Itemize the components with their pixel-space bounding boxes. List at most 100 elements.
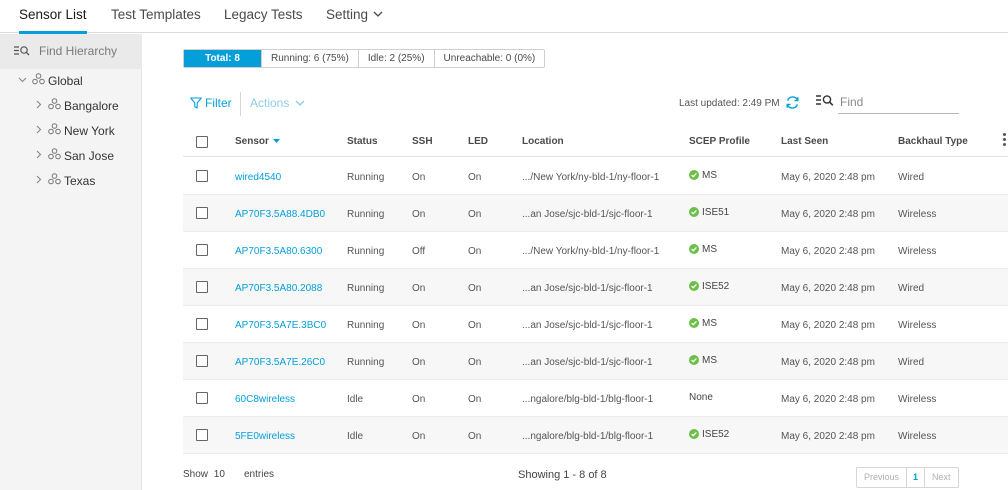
status-cell: Running [347, 283, 385, 294]
sensor-link[interactable]: wired4540 [235, 172, 281, 183]
row-checkbox[interactable] [196, 170, 208, 182]
scep-label: MS [702, 170, 717, 181]
tab-test-templates[interactable]: Test Templates [111, 7, 201, 33]
row-checkbox[interactable] [196, 207, 208, 219]
status-cell: Idle [347, 431, 364, 442]
column-last-seen[interactable]: Last Seen [781, 136, 828, 147]
row-checkbox[interactable] [196, 429, 208, 441]
search-list-icon [14, 46, 30, 56]
row-checkbox[interactable] [196, 281, 208, 293]
status-cell: Running [347, 172, 385, 183]
location-cell: ...an Jose/sjc-bld-1/sjc-floor-1 [522, 357, 653, 368]
column-settings-icon[interactable] [1003, 133, 1007, 148]
sensor-link[interactable]: AP70F3.5A7E.3BC0 [235, 320, 326, 331]
last-seen-cell: May 6, 2020 2:48 pm [781, 246, 875, 257]
led-cell: On [468, 172, 482, 183]
column-location[interactable]: Location [522, 136, 564, 147]
scep-cell: MS [689, 244, 717, 255]
led-cell: On [468, 283, 482, 294]
row-checkbox[interactable] [196, 244, 208, 256]
site-icon [48, 123, 61, 135]
status-running[interactable]: Running: 6 (75%) [262, 50, 359, 67]
column-status[interactable]: Status [347, 136, 378, 147]
scep-label: None [689, 392, 713, 403]
scep-label: ISE52 [702, 281, 730, 292]
tab-setting[interactable]: Setting [326, 7, 383, 33]
backhaul-cell: Wireless [898, 320, 937, 331]
tab-setting-label: Setting [326, 7, 369, 22]
search-list-icon [816, 95, 834, 106]
scep-cell: ISE52 [689, 281, 729, 292]
scep-cell: MS [689, 318, 717, 329]
site-icon [48, 98, 61, 110]
actions-label: Actions [250, 96, 290, 110]
last-seen-cell: May 6, 2020 2:48 pm [781, 172, 875, 183]
status-total[interactable]: Total: 8 [184, 50, 262, 67]
entries-label: entries [244, 469, 275, 480]
sensor-link[interactable]: AP70F3.5A88.4DB0 [235, 209, 325, 220]
column-sensor-label: Sensor [235, 136, 269, 147]
toolbar-divider [240, 92, 241, 116]
select-all-checkbox[interactable] [196, 136, 208, 148]
site-icon [48, 148, 61, 160]
backhaul-cell: Wired [898, 357, 925, 368]
row-checkbox[interactable] [196, 318, 208, 330]
status-idle[interactable]: Idle: 2 (25%) [359, 50, 435, 67]
hierarchy-sidebar: Find Hierarchy Global Bangalore New York… [0, 34, 142, 490]
ssh-cell: On [412, 394, 426, 405]
hierarchy-search[interactable]: Find Hierarchy [0, 34, 142, 69]
column-ssh[interactable]: SSH [412, 136, 433, 147]
last-seen-cell: May 6, 2020 2:48 pm [781, 394, 875, 405]
location-cell: ...ngalore/blg-bld-1/blg-floor-1 [522, 431, 654, 442]
sensor-link[interactable]: 60C8wireless [235, 394, 295, 405]
scep-label: MS [702, 318, 717, 329]
filter-button[interactable]: Filter [190, 96, 232, 110]
refresh-icon[interactable] [785, 95, 800, 110]
row-checkbox[interactable] [196, 392, 208, 404]
show-label: Show [183, 469, 209, 480]
check-circle-icon [689, 355, 699, 365]
tab-sensor-list[interactable]: Sensor List [19, 7, 87, 34]
status-unreachable[interactable]: Unreachable: 0 (0%) [435, 50, 545, 67]
status-cell: Running [347, 246, 385, 257]
previous-page-button[interactable]: Previous [857, 468, 908, 487]
scep-cell: MS [689, 170, 717, 181]
chevron-right-icon [36, 125, 42, 134]
sort-down-icon [272, 139, 280, 143]
column-sensor[interactable]: Sensor [235, 136, 280, 147]
backhaul-cell: Wireless [898, 246, 937, 257]
hierarchy-search-placeholder: Find Hierarchy [39, 44, 118, 58]
check-circle-icon [689, 170, 699, 180]
check-circle-icon [689, 318, 699, 328]
status-cell: Running [347, 320, 385, 331]
column-backhaul-type[interactable]: Backhaul Type [898, 136, 968, 147]
scep-cell: None [689, 392, 713, 403]
chevron-right-icon [36, 150, 42, 159]
find-input[interactable] [838, 90, 959, 114]
actions-dropdown[interactable]: Actions [250, 96, 305, 110]
sensor-link[interactable]: AP70F3.5A7E.26C0 [235, 357, 325, 368]
row-checkbox[interactable] [196, 355, 208, 367]
ssh-cell: On [412, 209, 426, 220]
filter-label: Filter [205, 96, 232, 110]
sensor-link[interactable]: AP70F3.5A80.2088 [235, 283, 322, 294]
table-row: wired4540 Running On On .../New York/ny-… [183, 158, 1008, 195]
column-scep-profile[interactable]: SCEP Profile [689, 136, 750, 147]
page-size-select[interactable]: 10 [214, 469, 225, 480]
tab-legacy-tests[interactable]: Legacy Tests [224, 7, 303, 33]
site-icon [32, 73, 45, 85]
led-cell: On [468, 246, 482, 257]
sensor-link[interactable]: 5FE0wireless [235, 431, 295, 442]
led-cell: On [468, 394, 482, 405]
chevron-down-icon [373, 11, 383, 17]
tree-item-label: New York [64, 124, 115, 138]
page-1-button[interactable]: 1 [907, 468, 926, 487]
scep-label: MS [702, 355, 717, 366]
led-cell: On [468, 209, 482, 220]
next-page-button[interactable]: Next [925, 468, 958, 487]
last-updated: Last updated: 2:49 PM [679, 98, 780, 109]
scep-cell: ISE51 [689, 207, 729, 218]
column-led[interactable]: LED [468, 136, 488, 147]
filter-icon [190, 97, 202, 109]
sensor-link[interactable]: AP70F3.5A80.6300 [235, 246, 322, 257]
